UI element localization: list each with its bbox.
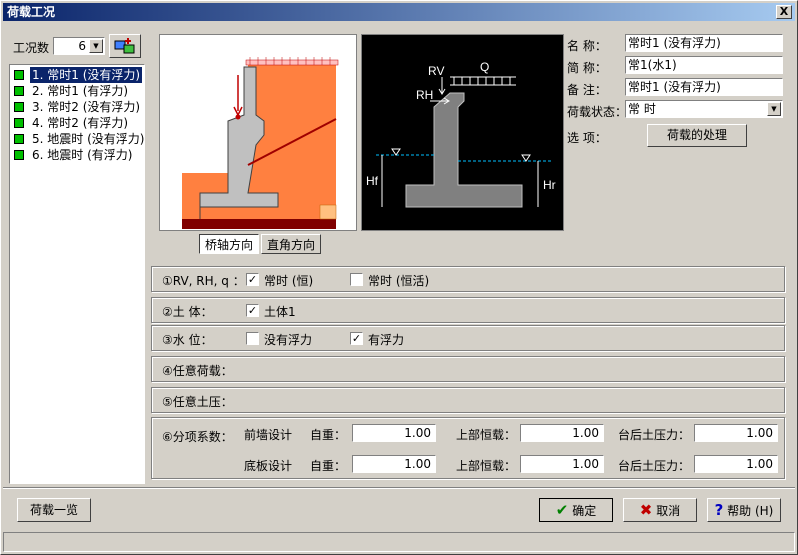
list-item-label: 3. 常时2 (没有浮力) xyxy=(32,100,141,114)
list-item-label: 2. 常时1 (有浮力) xyxy=(32,84,129,98)
load-diagram: Q RV RH Hf Hr xyxy=(361,34,564,231)
option-label: 选 项： xyxy=(567,131,607,145)
base-slab-upper-dead-load-field[interactable]: 1.00 xyxy=(520,455,604,473)
hr-label: Hr xyxy=(543,178,556,192)
status-square-icon xyxy=(14,118,24,128)
note-label: 备 注： xyxy=(567,83,607,97)
front-wall-back-soil-pressure-field[interactable]: 1.00 xyxy=(694,424,778,442)
soil1-checkbox[interactable]: ✓ xyxy=(246,304,259,317)
soil1-label: 土体1 xyxy=(264,305,296,319)
check-icon: ✓ xyxy=(247,304,258,317)
rv-label: RV xyxy=(428,64,444,78)
list-item-label: 1. 常时1 (没有浮力) xyxy=(30,67,143,83)
no-buoyancy-label: 没有浮力 xyxy=(264,333,313,347)
section-diagram xyxy=(159,34,357,231)
tab-right-angle[interactable]: 直角方向 xyxy=(261,234,321,254)
front-wall-design-label: 前墙设计 xyxy=(244,428,293,442)
base-slab-back-soil-pressure-field[interactable]: 1.00 xyxy=(694,455,778,473)
self-weight-label: 自重： xyxy=(310,428,347,442)
constant-live-checkbox[interactable] xyxy=(350,273,363,286)
ok-button[interactable]: ✔ 确定 xyxy=(539,498,613,522)
window-title: 荷载工况 xyxy=(7,5,56,19)
chevron-down-icon[interactable]: ▼ xyxy=(89,39,103,53)
chevron-down-icon[interactable]: ▼ xyxy=(767,102,781,116)
constant-dead-checkbox[interactable]: ✓ xyxy=(246,273,259,286)
help-icon: ? xyxy=(714,501,724,519)
water-level-label: ③水 位： xyxy=(162,333,213,347)
name-label: 名 称： xyxy=(567,39,607,53)
title-bar: 荷载工况 X xyxy=(3,3,795,21)
footer-divider xyxy=(3,487,795,489)
short-name-field[interactable]: 常1(水1) xyxy=(625,56,783,74)
any-soil-pressure-label: ⑤任意土压： xyxy=(162,395,233,409)
buoyancy-checkbox[interactable]: ✓ xyxy=(350,332,363,345)
close-icon: ✖ xyxy=(639,501,653,519)
cancel-button[interactable]: ✖ 取消 xyxy=(623,498,697,522)
status-square-icon xyxy=(14,134,24,144)
case-count-label: 工况数 xyxy=(13,41,50,55)
case-count-value: 6 xyxy=(78,39,86,53)
check-icon: ✓ xyxy=(351,332,362,345)
load-state-select[interactable]: 常 时 ▼ xyxy=(625,100,783,118)
buoyancy-label: 有浮力 xyxy=(368,333,405,347)
load-process-button[interactable]: 荷载的处理 xyxy=(647,124,747,147)
load-state-value: 常 时 xyxy=(628,102,656,116)
front-wall-self-weight-field[interactable]: 1.00 xyxy=(352,424,436,442)
rv-rh-q-row: ①RV, RH, q ： ✓ 常时 (恒) 常时 (恒活) xyxy=(151,266,785,292)
case-list: 1. 常时1 (没有浮力) 2. 常时1 (有浮力) 3. 常时2 (没有浮力) 4.… xyxy=(9,64,145,484)
front-wall-upper-dead-load-field[interactable]: 1.00 xyxy=(520,424,604,442)
name-field[interactable]: 常时1 (没有浮力) xyxy=(625,34,783,52)
base-slab-self-weight-field[interactable]: 1.00 xyxy=(352,455,436,473)
back-soil-pressure-label: 台后土压力： xyxy=(618,459,691,473)
list-item-label: 5. 地震时 (没有浮力) xyxy=(32,132,145,146)
tab-bridge-axis[interactable]: 桥轴方向 xyxy=(199,234,259,254)
self-weight-label: 自重： xyxy=(310,459,347,473)
add-case-icon xyxy=(114,38,135,54)
status-square-icon xyxy=(14,102,24,112)
no-buoyancy-checkbox[interactable] xyxy=(246,332,259,345)
dialog-window: 荷载工况 X 工况数 6 ▼ 1. 常时1 (没有浮力) 2. 常时1 (有浮力)… xyxy=(0,0,798,555)
cancel-label: 取消 xyxy=(656,504,681,518)
water-level-row: ③水 位： 没有浮力 ✓ 有浮力 xyxy=(151,325,785,351)
help-label: 帮助 (H) xyxy=(727,504,774,518)
soil-row: ②土 体： ✓ 土体1 xyxy=(151,297,785,323)
q-label: Q xyxy=(480,60,489,74)
constant-dead-label: 常时 (恒) xyxy=(264,274,314,288)
soil-label: ②土 体： xyxy=(162,305,213,319)
status-bar xyxy=(3,532,795,552)
constant-live-label: 常时 (恒活) xyxy=(368,274,430,288)
load-state-label: 荷载状态： xyxy=(567,105,628,119)
note-field[interactable]: 常时1 (没有浮力) xyxy=(625,78,783,96)
load-list-button[interactable]: 荷载一览 xyxy=(17,498,91,522)
status-square-icon xyxy=(14,86,24,96)
list-item-label: 6. 地震时 (有浮力) xyxy=(32,148,133,162)
help-button[interactable]: ? 帮助 (H) xyxy=(707,498,781,522)
rh-label: RH xyxy=(416,88,433,102)
check-icon: ✔ xyxy=(555,501,569,519)
add-case-button[interactable] xyxy=(109,34,141,58)
base-slab-design-label: 底板设计 xyxy=(244,459,293,473)
upper-dead-load-label: 上部恒载： xyxy=(456,428,517,442)
hf-label: Hf xyxy=(366,174,379,188)
status-square-icon xyxy=(14,70,24,80)
rv-rh-q-label: ①RV, RH, q ： xyxy=(162,274,245,288)
any-soil-pressure-row: ⑤任意土压： xyxy=(151,387,785,413)
partial-factor-label: ⑥分项系数： xyxy=(162,430,233,444)
upper-dead-load-label: 上部恒载： xyxy=(456,459,517,473)
partial-factor-row: ⑥分项系数： 前墙设计 自重： 1.00 上部恒载： 1.00 台后土压力： 1… xyxy=(151,417,785,479)
case-count-select[interactable]: 6 ▼ xyxy=(53,37,105,55)
close-button[interactable]: X xyxy=(776,5,792,19)
status-square-icon xyxy=(14,150,24,160)
ok-label: 确定 xyxy=(572,504,597,518)
check-icon: ✓ xyxy=(247,273,258,286)
any-load-row: ④任意荷载： xyxy=(151,356,785,382)
short-name-label: 简 称： xyxy=(567,61,607,75)
list-item-label: 4. 常时2 (有浮力) xyxy=(32,116,129,130)
back-soil-pressure-label: 台后土压力： xyxy=(618,428,691,442)
any-load-label: ④任意荷载： xyxy=(162,364,233,378)
